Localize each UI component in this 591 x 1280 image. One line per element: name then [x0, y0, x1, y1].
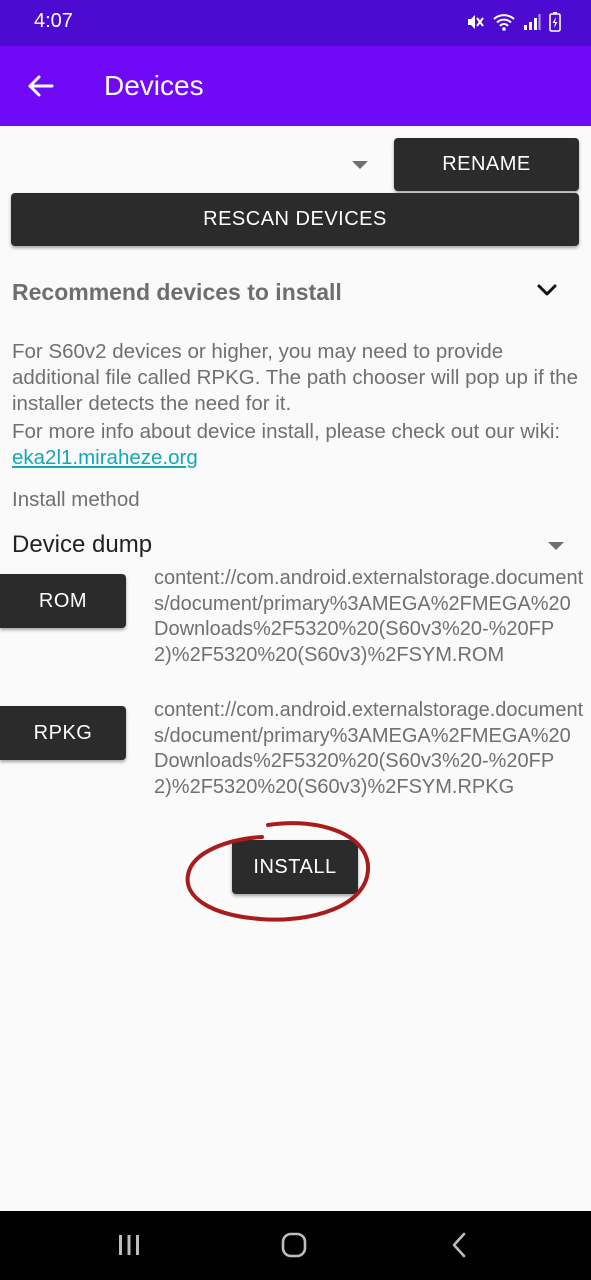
dropdown-arrow-icon: [352, 161, 368, 169]
dropdown-arrow-icon: [548, 542, 564, 550]
back-button[interactable]: [20, 66, 60, 106]
rpkg-info-text: For S60v2 devices or higher, you may nee…: [12, 340, 578, 415]
system-nav-bar: [0, 1211, 591, 1280]
wiki-info-text: For more info about device install, plea…: [12, 419, 582, 471]
rename-button[interactable]: RENAME: [394, 138, 579, 191]
mute-icon: [465, 12, 485, 32]
back-icon[interactable]: [440, 1227, 480, 1263]
rom-button[interactable]: ROM: [0, 574, 126, 628]
status-time: 4:07: [34, 10, 73, 32]
status-bar: 4:07: [0, 0, 591, 46]
signal-icon: [523, 13, 541, 31]
install-method-select[interactable]: Device dump: [0, 525, 591, 569]
annotation-circle: [185, 821, 371, 922]
recent-apps-icon[interactable]: [109, 1227, 149, 1263]
page-title: Devices: [104, 70, 204, 101]
wifi-icon: [493, 13, 515, 31]
rpkg-path: content://com.android.externalstorage.do…: [154, 699, 584, 799]
status-icons: [465, 12, 561, 32]
rom-path: content://com.android.externalstorage.do…: [154, 567, 584, 667]
install-method-value: Device dump: [12, 531, 153, 558]
app-bar: Devices: [0, 46, 591, 126]
battery-charging-icon: [549, 12, 561, 32]
install-method-label: Install method: [12, 488, 140, 511]
chevron-down-icon[interactable]: [536, 282, 558, 303]
device-selector[interactable]: [0, 140, 388, 190]
arrow-left-icon: [28, 75, 54, 97]
home-icon[interactable]: [274, 1227, 314, 1263]
rescan-devices-button[interactable]: RESCAN DEVICES: [11, 193, 579, 246]
rpkg-button[interactable]: RPKG: [0, 706, 126, 760]
wiki-link[interactable]: eka2l1.miraheze.org: [12, 446, 198, 469]
wiki-info-prefix: For more info about device install, plea…: [12, 420, 561, 443]
recommend-devices-title[interactable]: Recommend devices to install: [12, 279, 342, 306]
